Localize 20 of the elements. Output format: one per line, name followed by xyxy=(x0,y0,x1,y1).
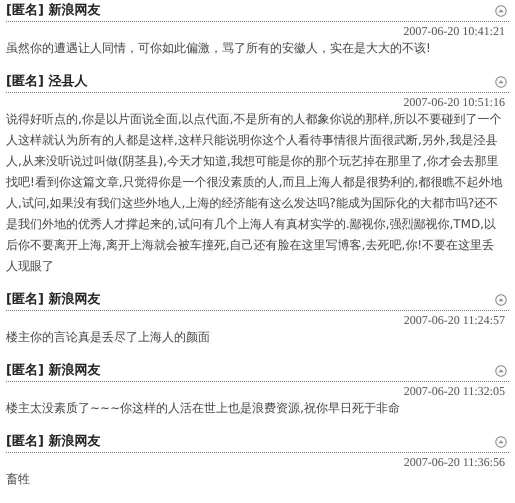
collapse-icon[interactable] xyxy=(495,436,507,448)
collapse-icon[interactable] xyxy=(495,294,507,306)
collapse-icon[interactable] xyxy=(495,76,507,88)
comment-author: [匿名] 新浪网友 xyxy=(6,364,100,377)
comment-author: [匿名] 泾县人 xyxy=(6,75,88,88)
comment-time: 2007-06-20 11:24:57 xyxy=(404,313,505,327)
comment-time: 2007-06-20 10:41:21 xyxy=(403,24,505,38)
comment-text: 楼主你的言论真是丢尽了上海人的颜面 xyxy=(6,329,211,346)
comment-text: 说得好听点的,你是以片面说全面,以点代面,不是所有的人都象你说的那样,所以不要碰到了一个人这样就认为所有的人都是这样,这样只能说明你这个人看待事情很片面很武断,另外,我是泾县人,从来没听说过叫做(阴茎县),今天才知道,我想可能是你的那个玩艺掉在那里了,你才会去那里找吧!看到你这篇文章,只觉得你是一个很没素质的人,而且上海人都是很势利的,都很瞧不起外地人,试问,如果没有我们这些外地人,上海的经济能有这么发达吗?能成为国际化的大都市吗?还不是我们外地的优秀人才撑起来的,试问有几个上海人有真材实学的.鄙视你,强烈鄙视你,TMD,以后你不要离开上海,离开上海就会被车撞死,自己还有脸在这里写博客,去死吧,你!不要在这里丢人现眼了 xyxy=(6,111,504,275)
comment-author: [匿名] 新浪网友 xyxy=(6,293,100,306)
comment-author: [匿名] 新浪网友 xyxy=(6,4,100,17)
comment-author: [匿名] 新浪网友 xyxy=(6,435,100,448)
collapse-icon[interactable] xyxy=(495,4,507,16)
comment-time: 2007-06-20 10:51:16 xyxy=(403,95,505,109)
comment-time: 2007-06-20 11:36:56 xyxy=(404,455,505,469)
comment-text: 畜牲 xyxy=(6,471,31,488)
comment-text: 楼主太没素质了~~~你这样的人活在世上也是浪费资源,祝你早日死于非命 xyxy=(6,400,401,417)
collapse-icon[interactable] xyxy=(495,364,507,376)
comment-text: 虽然你的遭遇让人同情，可你如此偏激，骂了所有的安徽人，实在是大大的不该! xyxy=(6,40,432,57)
comment-time: 2007-06-20 11:32:05 xyxy=(404,384,505,398)
